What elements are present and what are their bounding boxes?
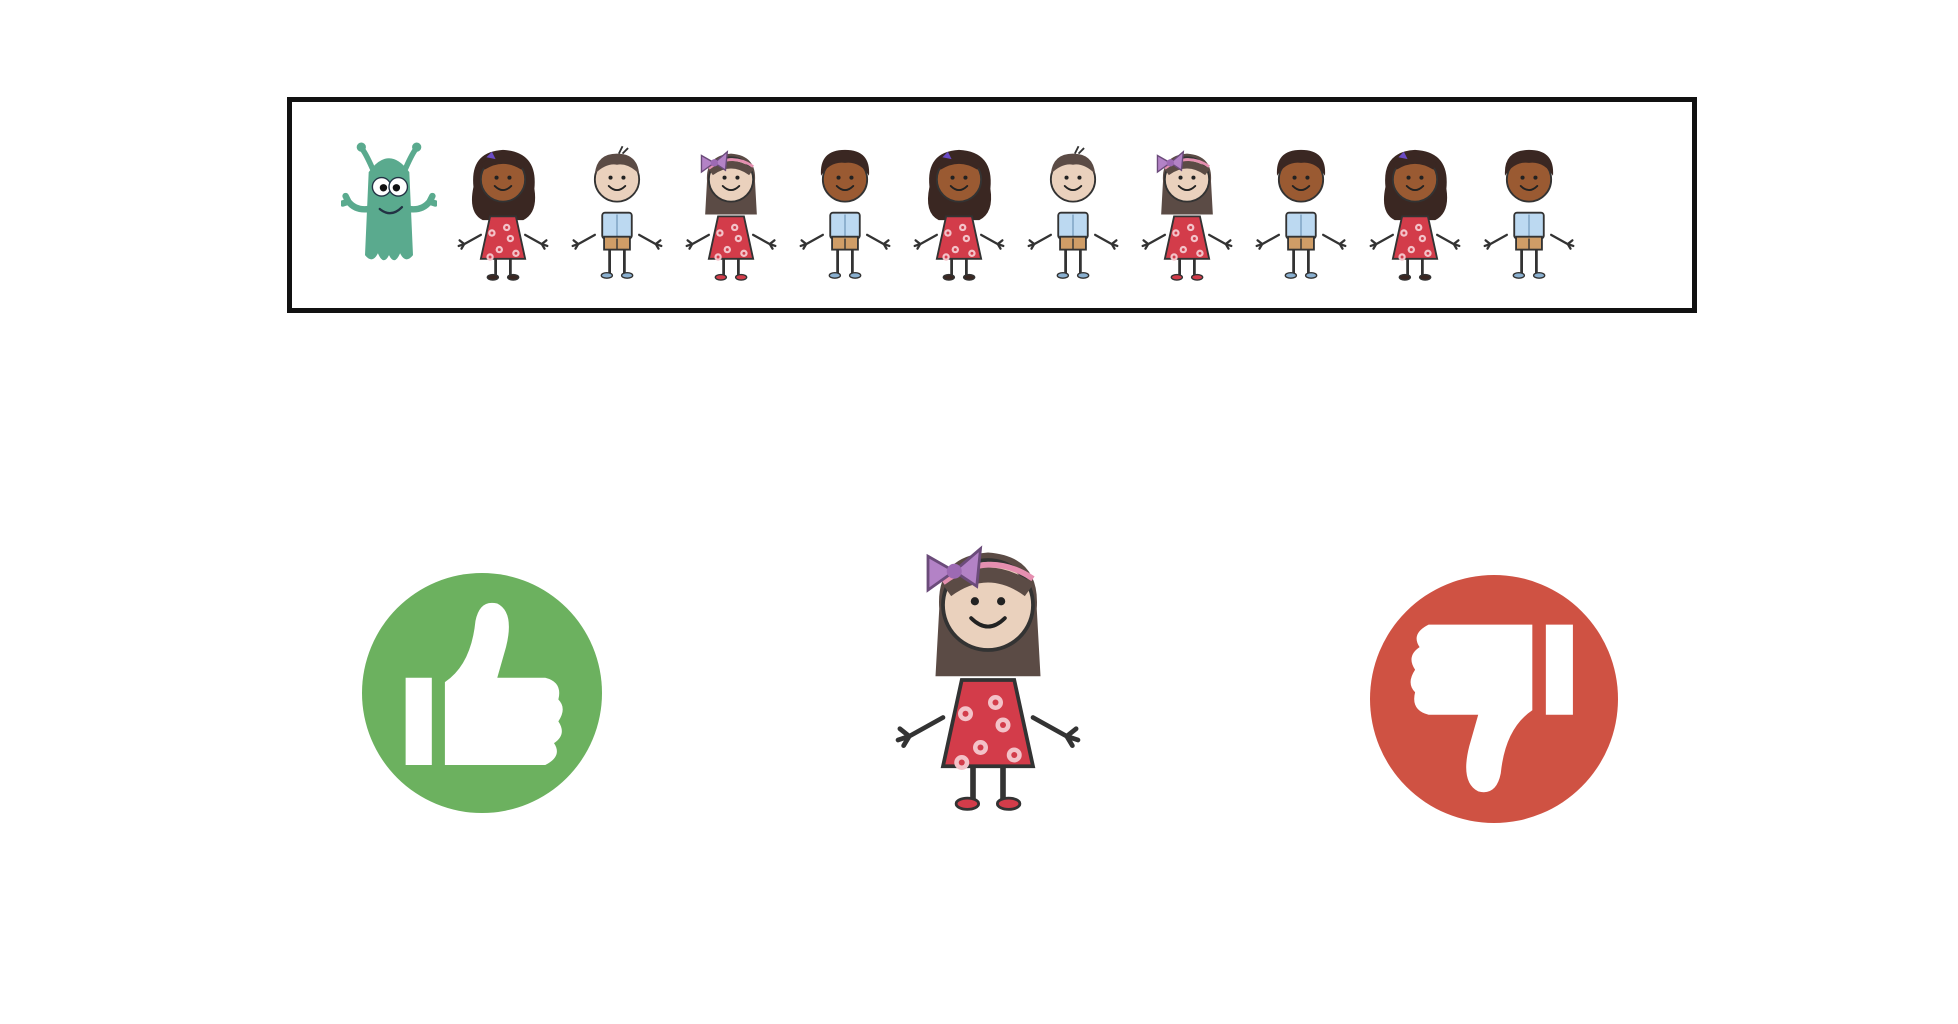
boy-dark-skin-icon — [1253, 124, 1349, 294]
thumbs-up-button[interactable] — [362, 573, 602, 813]
girl-pink-bow-icon — [1139, 124, 1235, 294]
boy-light-skin-icon — [1025, 124, 1121, 294]
thumbs-down-icon — [1410, 624, 1573, 793]
girl-curly-hair-icon — [1367, 124, 1463, 294]
girl-curly-hair-icon — [911, 124, 1007, 294]
target-character — [889, 515, 1087, 815]
thumbs-up-icon — [405, 602, 563, 765]
boy-dark-skin-icon — [797, 124, 893, 294]
sequence-panel — [287, 97, 1697, 313]
boy-dark-skin-icon — [1481, 124, 1577, 294]
girl-pink-bow-icon — [683, 124, 779, 294]
thumbs-down-button[interactable] — [1370, 575, 1618, 823]
boy-light-skin-icon — [569, 124, 665, 294]
green-monster-icon — [341, 124, 437, 294]
girl-curly-hair-icon — [455, 124, 551, 294]
girl-pink-bow-icon — [889, 515, 1087, 815]
